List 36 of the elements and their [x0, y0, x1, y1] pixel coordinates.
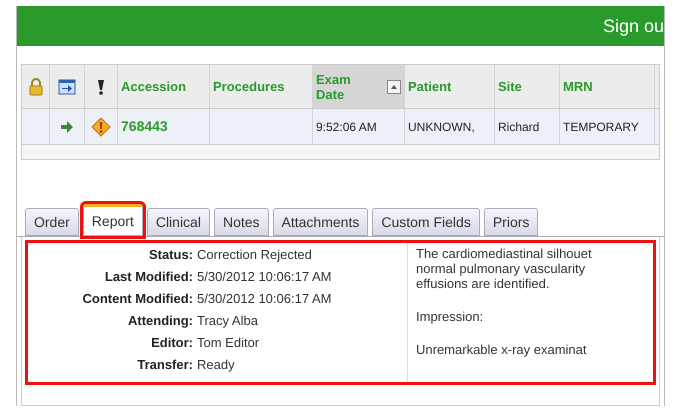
report-text-line: Impression:	[416, 309, 484, 324]
table-cell-text: Richard	[498, 118, 540, 136]
report-text-line: The cardiomediastinal silhouet	[416, 246, 592, 261]
warning-diamond-icon	[91, 116, 111, 136]
field-value: Correction Rejected	[197, 246, 312, 264]
right-arrow-icon	[60, 120, 74, 132]
report-text-line: effusions are identified.	[416, 276, 550, 291]
report-text-line: normal pulmonary vascularity	[416, 261, 586, 276]
field-label: Content Modified:	[82, 290, 193, 308]
tab[interactable]: Notes	[214, 208, 269, 236]
exclamation-icon	[97, 78, 105, 94]
table-row[interactable]: 768443 9:52:06 AM UNKNOWN, Richard TEMPORARY	[22, 109, 659, 145]
field-value: Tracy Alba	[197, 312, 258, 330]
table-cell-text: TEMPORARY	[563, 118, 639, 136]
table-cell-text: UNKNOWN,	[408, 118, 475, 136]
tab[interactable]: Clinical	[146, 208, 210, 236]
field-value: Tom Editor	[197, 334, 260, 352]
tab[interactable]: Priors	[484, 208, 538, 236]
report-text-line: Unremarkable x-ray examinat	[416, 342, 588, 357]
tab[interactable]: Order	[25, 208, 79, 236]
sign-out-link[interactable]: Sign ou	[602, 12, 664, 40]
field-value: 5/30/2012 10:06:17 AM	[197, 290, 332, 308]
field-label: Transfer:	[136, 356, 193, 374]
field-label: Last Modified:	[104, 268, 193, 286]
tab[interactable]: Custom Fields	[372, 208, 480, 236]
tab[interactable]: Attachments	[272, 208, 368, 236]
field-value: 5/30/2012 10:06:17 AM	[197, 268, 332, 286]
sort-toggle-icon[interactable]	[387, 80, 401, 94]
table-cell-text: 768443	[121, 117, 168, 136]
field-value: Ready	[197, 356, 235, 374]
table-cell-text: 9:52:06 AM	[316, 118, 377, 136]
field-label: Editor:	[150, 334, 193, 352]
tab[interactable]: Report	[82, 204, 143, 236]
padlock-icon	[28, 78, 44, 96]
field-label: Attending:	[127, 312, 193, 330]
field-label: Status:	[148, 246, 193, 264]
